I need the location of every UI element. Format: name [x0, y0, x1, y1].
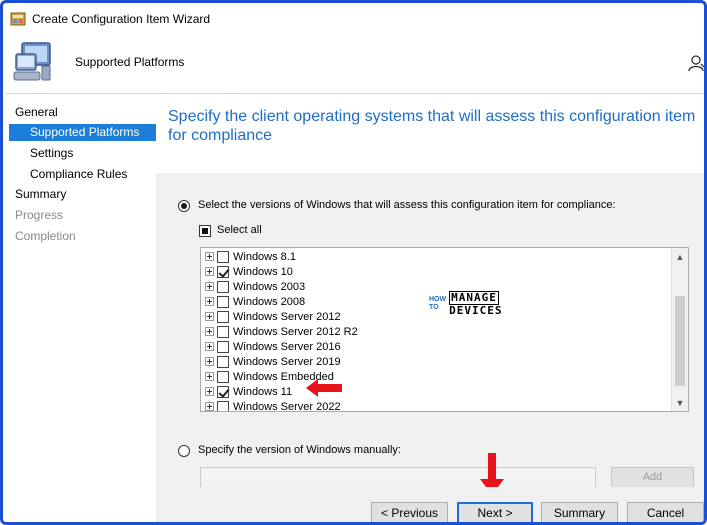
logo-how-to: HOW TO [429, 296, 446, 312]
tree-row[interactable]: Windows Server 2019 [205, 354, 341, 369]
nav-item-supported-platforms[interactable]: Supported Platforms [9, 124, 157, 141]
tree-row[interactable]: Windows 11 [205, 384, 292, 399]
logo-manage-devices: MANAGE DEVICES [449, 291, 502, 317]
logo-manage: MANAGE [449, 291, 499, 305]
next-button[interactable]: Next > [457, 502, 533, 522]
radio-select-versions-label: Select the versions of Windows that will… [198, 199, 616, 211]
expand-icon[interactable] [205, 252, 214, 261]
logo-how: HOW [429, 296, 447, 303]
expand-icon[interactable] [205, 327, 214, 336]
expand-icon[interactable] [205, 312, 214, 321]
red-arrow-left-icon [306, 379, 342, 397]
expand-icon[interactable] [205, 372, 214, 381]
content-heading: Specify the client operating systems tha… [168, 108, 696, 144]
nav-item-compliance-rules[interactable]: Compliance Rules [30, 166, 127, 183]
checkbox-windows-server-2022[interactable] [217, 400, 229, 411]
radio-specify-manually-label: Specify the version of Windows manually: [198, 444, 401, 456]
summary-button[interactable]: Summary [541, 502, 618, 522]
tree-item-label: Windows Server 2016 [233, 340, 341, 353]
wizard-header: Supported Platforms [6, 32, 704, 94]
tree-item-label: Windows Server 2019 [233, 355, 341, 368]
tree-row[interactable]: Windows Server 2012 R2 [205, 324, 358, 339]
radio-select-versions[interactable] [178, 200, 190, 212]
tree-row[interactable]: Windows Server 2022 [205, 399, 341, 412]
nav-item-completion: Completion [15, 229, 76, 243]
tree-row[interactable]: Windows 10 [205, 264, 293, 279]
tree-row[interactable]: Windows 2008 [205, 294, 305, 309]
expand-icon[interactable] [205, 402, 214, 411]
wizard-nav: General Supported Platforms Settings Com… [6, 95, 157, 522]
select-all-checkbox[interactable] [199, 225, 211, 237]
expand-icon[interactable] [205, 297, 214, 306]
tree-row[interactable]: Windows 2003 [205, 279, 305, 294]
expand-icon[interactable] [205, 342, 214, 351]
nav-item-settings[interactable]: Settings [30, 145, 73, 162]
wizard-button-bar: < Previous Next > Summary Cancel [156, 487, 704, 522]
checkbox-windows-server-2016[interactable] [217, 340, 229, 353]
tree-item-label: Windows 8.1 [233, 250, 296, 263]
user-icon [688, 55, 704, 72]
tree-item-label: Windows 10 [233, 265, 293, 278]
page-title: Supported Platforms [75, 55, 185, 69]
wizard-window: Create Configuration Item Wizard Support… [0, 0, 707, 525]
expand-icon[interactable] [205, 357, 214, 366]
checkbox-windows-10[interactable] [217, 265, 229, 278]
select-all-label: Select all [217, 224, 262, 236]
logo-devices: DEVICES [449, 304, 503, 317]
checkbox-windows-2003[interactable] [217, 280, 229, 293]
logo-to: TO [429, 304, 439, 311]
content-heading-area: Specify the client operating systems tha… [156, 95, 704, 173]
expand-icon[interactable] [205, 267, 214, 276]
tree-item-label: Windows 2008 [233, 295, 306, 308]
watermark-logo: HOW TO MANAGE DEVICES [429, 291, 502, 317]
wizard-app-icon [10, 12, 26, 26]
cancel-button[interactable]: Cancel [627, 502, 704, 522]
computer-icon [13, 42, 51, 81]
windows-version-tree: Windows 8.1 Windows 10 Windows 2003 Wind… [200, 247, 689, 412]
add-button[interactable]: Add [611, 467, 694, 488]
scroll-up-icon[interactable]: ▲ [672, 248, 688, 265]
checkbox-windows-embedded[interactable] [217, 370, 229, 383]
content-panel: Specify the client operating systems tha… [156, 95, 704, 522]
expand-icon[interactable] [205, 387, 214, 396]
tree-row[interactable]: Windows 8.1 [205, 249, 296, 264]
nav-item-general[interactable]: General [15, 104, 58, 121]
tree-scrollbar[interactable]: ▲ ▼ [671, 248, 688, 411]
checkbox-windows-2008[interactable] [217, 295, 229, 308]
tree-item-label: Windows Server 2022 [233, 400, 341, 412]
tree-item-label: Windows Server 2012 R2 [233, 325, 358, 338]
window-title: Create Configuration Item Wizard [32, 12, 211, 26]
tree-row[interactable]: Windows Server 2012 [205, 309, 341, 324]
checkbox-windows-server-2012[interactable] [217, 310, 229, 323]
checkbox-windows-server-2019[interactable] [217, 355, 229, 368]
radio-specify-manually[interactable] [178, 445, 190, 457]
title-bar: Create Configuration Item Wizard [6, 6, 704, 32]
nav-item-summary[interactable]: Summary [15, 186, 66, 203]
nav-item-progress: Progress [15, 208, 64, 222]
tree-item-label: Windows Server 2012 [233, 310, 341, 323]
previous-button[interactable]: < Previous [371, 502, 448, 522]
scroll-thumb[interactable] [675, 296, 685, 386]
tree-row[interactable]: Windows Server 2016 [205, 339, 341, 354]
tree-item-label: Windows 11 [233, 385, 293, 398]
checkbox-windows-server-2012-r2[interactable] [217, 325, 229, 338]
expand-icon[interactable] [205, 282, 214, 291]
checkbox-windows-11[interactable] [217, 385, 229, 398]
manual-version-input[interactable] [200, 467, 596, 489]
checkbox-windows-8-1[interactable] [217, 250, 229, 263]
tree-item-label: Windows 2003 [233, 280, 306, 293]
scroll-down-icon[interactable]: ▼ [672, 394, 688, 411]
